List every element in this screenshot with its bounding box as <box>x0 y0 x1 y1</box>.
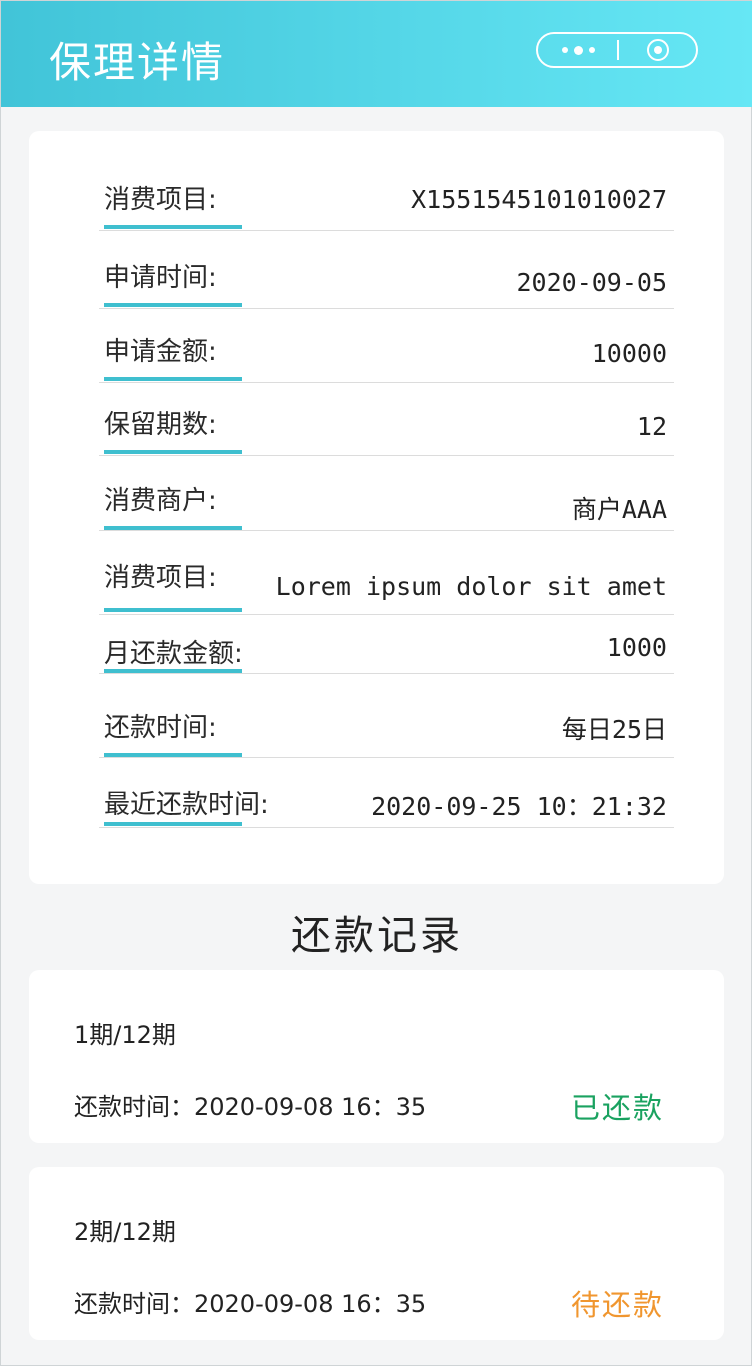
page-title: 保理详情 <box>49 38 226 87</box>
row-divider <box>99 673 674 674</box>
row-divider <box>99 455 674 456</box>
label-underline <box>104 377 242 381</box>
detail-value: 2020-09-05 <box>516 268 667 297</box>
record-period: 1期/12期 <box>74 1021 176 1049</box>
detail-value: 10000 <box>591 339 667 368</box>
detail-value: 商户AAA <box>571 495 667 524</box>
row-divider <box>99 827 674 828</box>
detail-label: 消费项目: <box>104 185 217 215</box>
row-divider <box>99 308 674 309</box>
detail-value: Lorem ipsum dolor sit amet <box>275 572 667 601</box>
label-underline <box>104 303 242 307</box>
detail-value: 12 <box>636 412 667 441</box>
detail-label: 消费商户: <box>104 486 217 516</box>
record-time: 还款时间：2020-09-08 16：35 <box>74 1290 427 1318</box>
row-divider <box>99 530 674 531</box>
row-divider <box>99 230 674 231</box>
close-circle-icon[interactable] <box>619 34 696 66</box>
label-underline <box>104 822 242 826</box>
row-divider <box>99 757 674 758</box>
record-status: 待还款 <box>570 1288 664 1322</box>
detail-label: 保留期数: <box>104 410 217 440</box>
detail-label: 消费项目: <box>104 563 217 593</box>
nav-bar: 保理详情 <box>1 1 752 107</box>
more-dots-icon[interactable] <box>538 34 618 66</box>
record-status: 已还款 <box>570 1091 664 1125</box>
detail-value: 每日25日 <box>561 715 667 744</box>
row-divider <box>99 614 674 615</box>
mini-program-capsule <box>536 32 698 68</box>
row-divider <box>99 382 674 383</box>
label-underline <box>104 608 242 612</box>
detail-label: 月还款金额: <box>104 639 243 669</box>
record-period: 2期/12期 <box>74 1218 176 1246</box>
detail-label: 最近还款时间: <box>104 790 269 820</box>
label-underline <box>104 450 242 454</box>
detail-card: 消费项目: X1551545101010027 申请时间: 2020-09-05… <box>29 131 724 884</box>
detail-value: X1551545101010027 <box>411 185 667 214</box>
repayment-record-card[interactable]: 1期/12期 还款时间：2020-09-08 16：35 已还款 <box>29 970 724 1143</box>
detail-value: 2020-09-25 10：21:32 <box>371 792 667 821</box>
repayment-record-card[interactable]: 2期/12期 还款时间：2020-09-08 16：35 待还款 <box>29 1167 724 1340</box>
records-section-title: 还款记录 <box>291 913 463 959</box>
detail-value: 1000 <box>606 633 667 662</box>
detail-label: 还款时间: <box>104 713 217 743</box>
label-underline <box>104 225 242 229</box>
detail-label: 申请时间: <box>104 263 217 293</box>
record-time: 还款时间：2020-09-08 16：35 <box>74 1093 427 1121</box>
detail-label: 申请金额: <box>104 337 217 367</box>
